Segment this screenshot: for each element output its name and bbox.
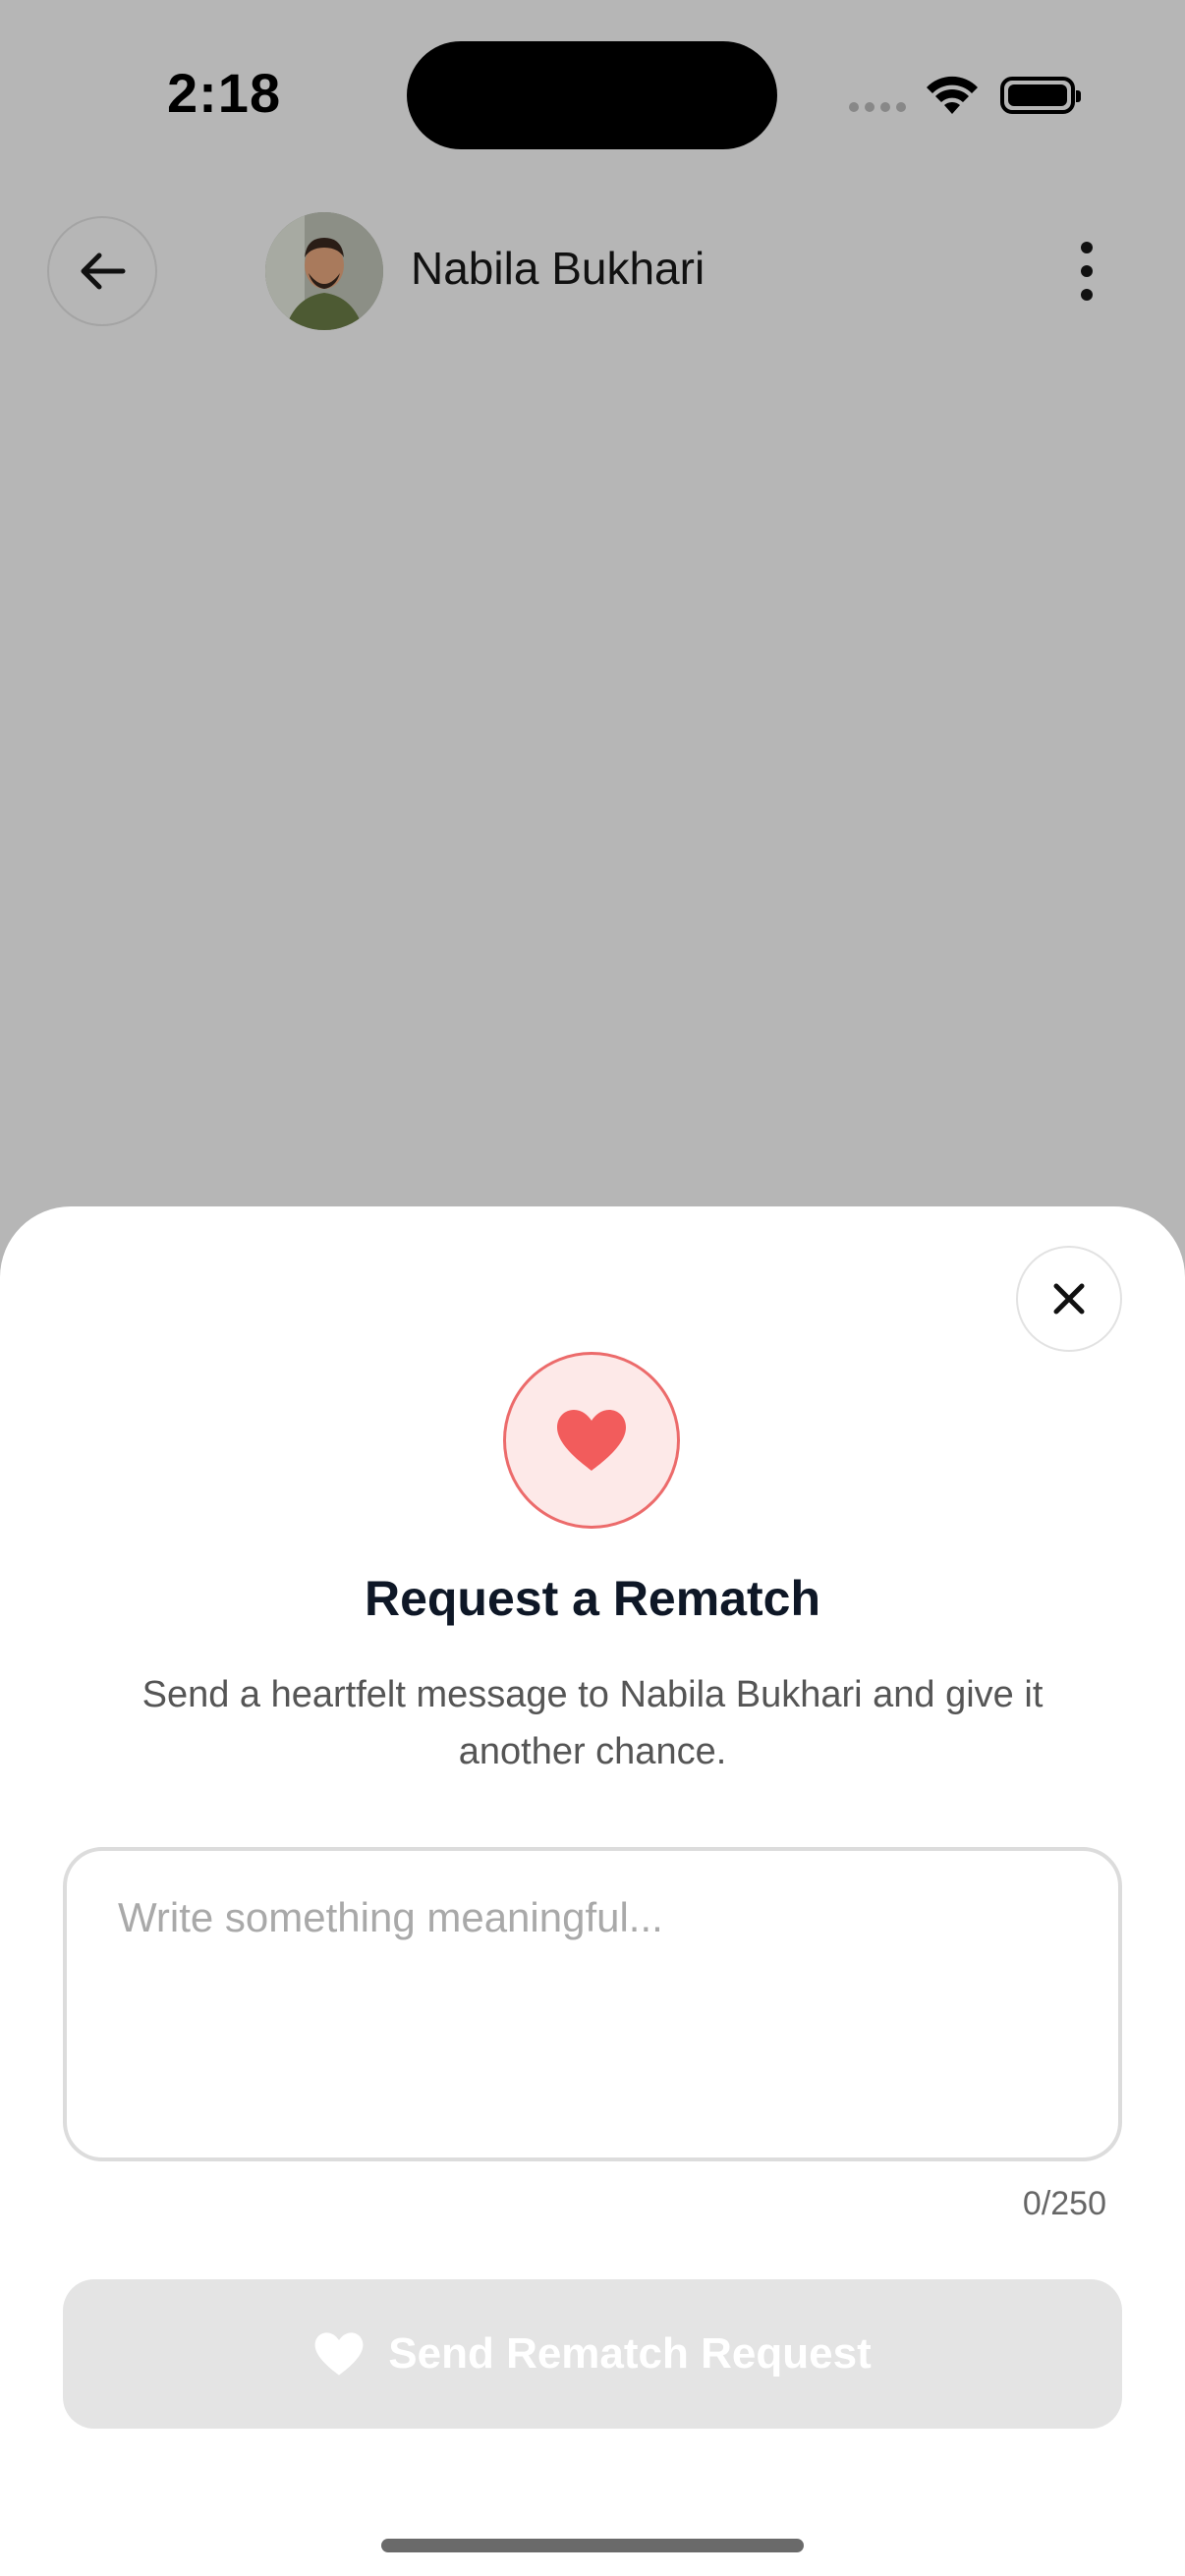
close-icon (1053, 1283, 1085, 1315)
cellular-signal-icon (849, 102, 906, 112)
status-time: 2:18 (167, 62, 282, 124)
contact-name[interactable]: Nabila Bukhari (411, 242, 705, 295)
send-rematch-button[interactable]: Send Rematch Request (63, 2279, 1122, 2429)
heart-icon (314, 2332, 364, 2376)
battery-icon (1000, 77, 1081, 114)
message-input[interactable]: Write something meaningful... (63, 1847, 1122, 2161)
more-options-button[interactable] (1067, 242, 1106, 301)
send-button-label: Send Rematch Request (388, 2329, 872, 2378)
heart-icon (557, 1410, 626, 1471)
rematch-bottom-sheet: Request a Rematch Send a heartfelt messa… (0, 1206, 1185, 2576)
avatar-photo (265, 212, 383, 330)
back-button[interactable] (47, 216, 157, 326)
character-counter: 0/250 (1022, 2185, 1106, 2222)
wifi-icon (927, 76, 978, 114)
home-indicator[interactable] (381, 2539, 804, 2552)
message-placeholder: Write something meaningful... (118, 1894, 663, 1940)
close-button[interactable] (1016, 1246, 1122, 1352)
dynamic-island (407, 41, 777, 149)
avatar[interactable] (265, 212, 383, 330)
sheet-subtitle: Send a heartfelt message to Nabila Bukha… (141, 1674, 1044, 1772)
sheet-title: Request a Rematch (364, 1571, 821, 1626)
more-vertical-icon (1081, 242, 1093, 253)
arrow-left-icon (81, 252, 126, 290)
heart-badge (503, 1352, 680, 1529)
